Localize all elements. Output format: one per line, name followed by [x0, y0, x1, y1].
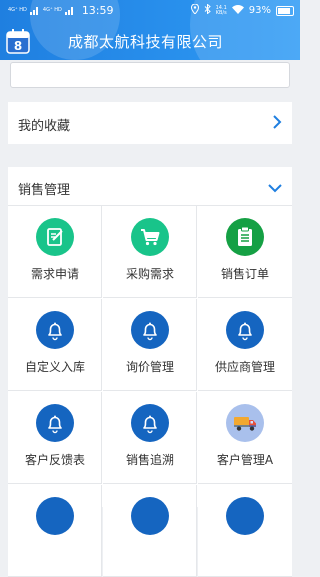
battery-percent: 93%	[248, 5, 271, 16]
network-speed: 14.1 KB/s	[215, 4, 227, 16]
menu-item-inquiry-management[interactable]: 询价管理	[103, 299, 197, 391]
clipboard-icon	[226, 218, 264, 256]
menu-item-label: 销售追溯	[125, 453, 174, 467]
menu-item-partial[interactable]	[103, 485, 197, 577]
favorites-label: 我的收藏	[18, 119, 71, 134]
bell-icon	[131, 311, 169, 349]
app-logo: 8	[6, 28, 30, 54]
menu-item-label: 自定义入库	[24, 360, 85, 374]
sales-management-label: 销售管理	[18, 183, 71, 198]
search-input[interactable]	[10, 62, 290, 88]
menu-item-label: 客户反馈表	[24, 453, 85, 467]
menu-item-customer-management-a[interactable]: 客户管理A	[198, 392, 292, 484]
favorites-row[interactable]: 我的收藏	[8, 102, 292, 144]
app-header: 4G⁺ HD 4G⁺ HD 13:59 14.1 KB/s 93% 8 成都太航…	[0, 0, 300, 60]
location-icon	[190, 3, 199, 17]
bell-icon	[36, 497, 74, 535]
sales-management-panel: 销售管理 需求申请 采购需求 销售订单 自定义入库 询价管理 供应商管理 客户反…	[8, 167, 292, 577]
battery-icon	[276, 5, 294, 16]
bell-icon	[36, 404, 74, 442]
sales-management-header[interactable]: 销售管理	[8, 167, 292, 206]
network-indicator: 4G⁺ HD	[8, 7, 27, 13]
clock: 13:59	[81, 4, 114, 17]
menu-item-sales-trace[interactable]: 销售追溯	[103, 392, 197, 484]
menu-item-custom-inbound[interactable]: 自定义入库	[8, 299, 102, 391]
company-name: 成都太航科技有限公司	[68, 33, 224, 51]
menu-item-supplier-management[interactable]: 供应商管理	[198, 299, 292, 391]
chevron-right-icon	[272, 114, 282, 134]
menu-item-label: 供应商管理	[214, 360, 275, 374]
bell-icon	[226, 311, 264, 349]
menu-item-label: 需求申请	[30, 267, 79, 281]
chevron-down-icon	[267, 179, 283, 198]
bell-icon	[36, 311, 74, 349]
menu-item-sales-order[interactable]: 销售订单	[198, 206, 292, 298]
truck-icon	[226, 404, 264, 442]
menu-item-label: 销售订单	[220, 267, 269, 281]
menu-item-purchase-demand[interactable]: 采购需求	[103, 206, 197, 298]
network-indicator-2: 4G⁺ HD	[42, 7, 62, 13]
menu-item-label: 采购需求	[125, 267, 174, 281]
edit-icon	[36, 218, 74, 256]
wifi-icon	[231, 4, 244, 17]
svg-text:8: 8	[14, 39, 22, 53]
menu-item-label: 客户管理A	[216, 453, 274, 467]
menu-item-partial[interactable]	[8, 485, 102, 577]
menu-item-partial[interactable]	[198, 485, 292, 577]
bluetooth-icon	[204, 3, 211, 17]
signal-icon	[29, 6, 40, 15]
menu-item-demand-request[interactable]: 需求申请	[8, 206, 102, 298]
menu-item-customer-feedback[interactable]: 客户反馈表	[8, 392, 102, 484]
bell-icon	[226, 497, 264, 535]
menu-item-label: 询价管理	[125, 360, 174, 374]
signal-icon	[64, 6, 75, 15]
bell-icon	[131, 404, 169, 442]
bell-icon	[131, 497, 169, 535]
status-bar: 4G⁺ HD 4G⁺ HD 13:59 14.1 KB/s 93%	[0, 0, 300, 22]
cart-icon	[131, 218, 169, 256]
